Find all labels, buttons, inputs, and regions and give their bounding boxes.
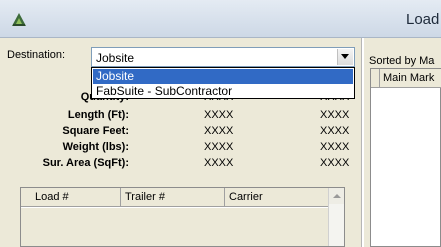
stat-weight-label: Weight (lbs): (62, 141, 129, 153)
pieces-grid-header: Main Mark (371, 69, 441, 88)
stat-surface-area-value-1: XXXX (204, 157, 234, 169)
loads-grid-body (21, 208, 329, 246)
loads-grid[interactable]: Load # Trailer # Carrier (20, 187, 345, 247)
stat-length-value-1: XXXX (204, 109, 234, 121)
scroll-up-button[interactable] (329, 188, 344, 204)
column-header-carrier[interactable]: Carrier (225, 188, 329, 207)
chevron-down-icon (341, 54, 349, 59)
stat-square-feet-label: Square Feet: (62, 125, 129, 137)
sorted-by-label: Sorted by Ma (369, 55, 435, 67)
destination-select[interactable]: Jobsite (91, 47, 355, 67)
destination-option-jobsite[interactable]: Jobsite (93, 69, 353, 84)
column-header-trailer[interactable]: Trailer # (121, 188, 225, 207)
app-logo-icon (12, 13, 26, 26)
load-summary-panel: Destination: Jobsite Jobsite FabSuite - … (0, 38, 362, 247)
stat-weight-value-1: XXXX (204, 141, 234, 153)
column-header-main-mark[interactable]: Main Mark (379, 69, 434, 88)
stat-square-feet-value-1: XXXX (204, 125, 234, 137)
stat-surface-area-label: Sur. Area (SqFt): (42, 157, 129, 169)
title-bar: Load (0, 0, 441, 38)
loads-grid-header: Load # Trailer # Carrier (21, 188, 329, 207)
stat-weight-value-2: XXXX (320, 141, 350, 153)
destination-dropdown-list: Jobsite FabSuite - SubContractor (91, 67, 355, 99)
stat-square-feet-value-2: XXXX (320, 125, 350, 137)
destination-dropdown-button[interactable] (337, 49, 353, 65)
stat-surface-area-value-2: XXXX (320, 157, 350, 169)
stat-length-label: Length (Ft): (67, 109, 129, 121)
loads-grid-scrollbar[interactable] (328, 188, 344, 246)
destination-option-fabsuite[interactable]: FabSuite - SubContractor (93, 84, 353, 99)
destination-selected-value: Jobsite (96, 51, 135, 65)
stat-length-value-2: XXXX (320, 109, 350, 121)
destination-label: Destination: (7, 49, 66, 61)
pieces-panel: Sorted by Ma Main Mark (364, 38, 441, 247)
column-header-load[interactable]: Load # (21, 188, 121, 207)
chevron-up-icon (333, 194, 341, 198)
window-title: Load (406, 11, 440, 28)
pieces-grid[interactable]: Main Mark (370, 68, 441, 247)
